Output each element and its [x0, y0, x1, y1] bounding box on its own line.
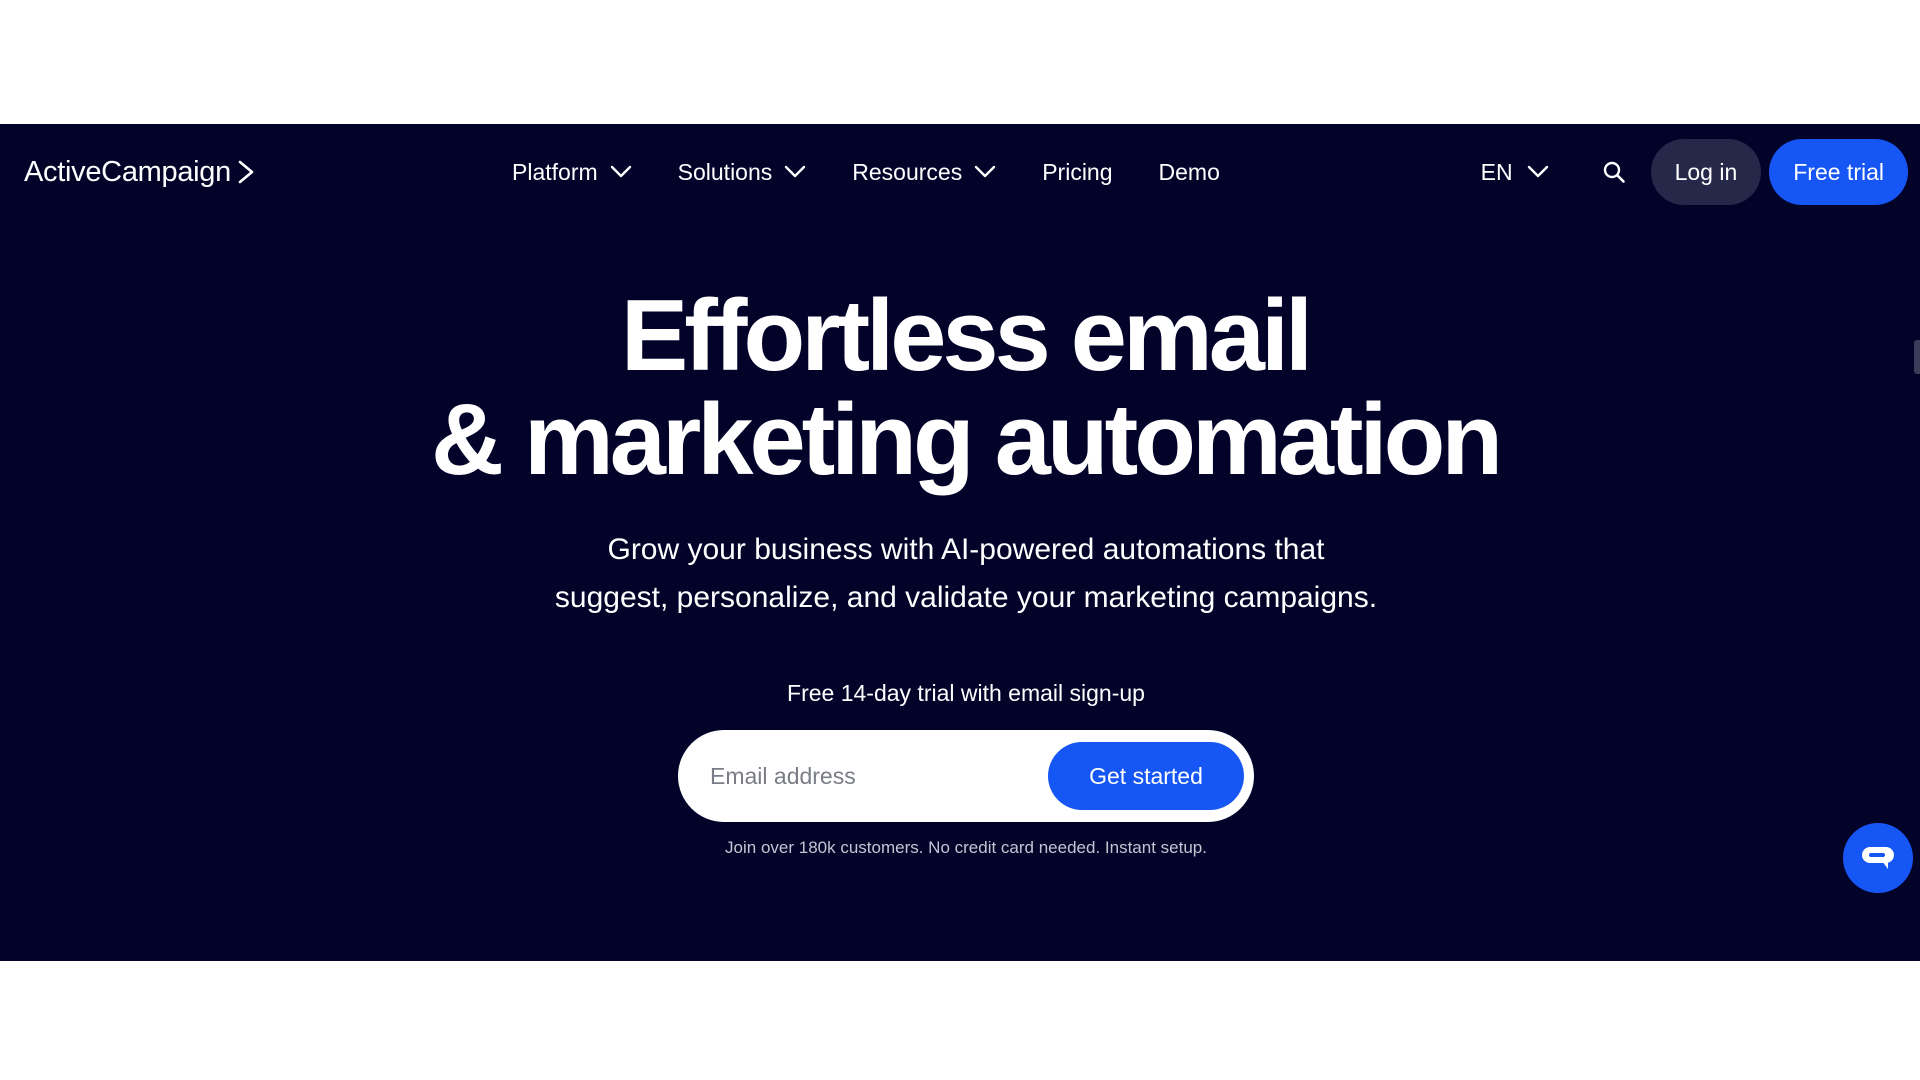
login-button[interactable]: Log in	[1650, 139, 1762, 205]
scroll-handle[interactable]	[1914, 340, 1920, 374]
chevron-down-icon	[785, 165, 806, 178]
page: ActiveCampaign Platform Solutions Resour…	[0, 0, 1920, 1080]
free-trial-button[interactable]: Free trial	[1769, 139, 1908, 205]
logo-text: ActiveCampaign	[24, 155, 231, 188]
nav-item-demo[interactable]: Demo	[1159, 159, 1220, 186]
nav-item-label: Platform	[512, 158, 598, 185]
nav-item-platform[interactable]: Platform	[512, 159, 632, 186]
chevron-down-icon	[1527, 165, 1548, 178]
email-field[interactable]	[710, 746, 1048, 806]
hero-section: ActiveCampaign Platform Solutions Resour…	[0, 124, 1920, 961]
trial-note: Free 14-day trial with email sign-up	[787, 680, 1145, 706]
headline-line-2: & marketing automation	[430, 384, 1503, 496]
fine-print: Join over 180k customers. No credit card…	[725, 838, 1207, 857]
get-started-button[interactable]: Get started	[1048, 742, 1244, 810]
nav-item-label: Resources	[852, 158, 963, 185]
chat-button[interactable]	[1843, 823, 1913, 893]
chat-bubble-icon	[1862, 847, 1894, 869]
search-icon	[1603, 161, 1625, 183]
nav-item-label: Solutions	[677, 158, 773, 185]
language-selector[interactable]: EN	[1481, 159, 1549, 186]
subtext-line-2: suggest, personalize, and validate your …	[554, 581, 1378, 614]
nav-item-label: Pricing	[1042, 158, 1113, 185]
language-label: EN	[1480, 158, 1513, 185]
chevron-down-icon	[610, 165, 631, 178]
signup-form: Get started	[678, 730, 1254, 822]
nav-actions: EN Log in Free trial	[1481, 138, 1908, 206]
nav-item-resources[interactable]: Resources	[852, 159, 996, 186]
search-button[interactable]	[1599, 157, 1629, 187]
headline-line-1: Effortless email	[620, 280, 1313, 392]
top-navigation: ActiveCampaign Platform Solutions Resour…	[0, 124, 1920, 220]
chevron-down-icon	[975, 165, 996, 178]
nav-item-solutions[interactable]: Solutions	[678, 159, 807, 186]
chevron-right-icon	[238, 160, 254, 184]
hero-subtext: Grow your business with AI-powered autom…	[0, 526, 1920, 622]
subtext-line-1: Grow your business with AI-powered autom…	[607, 533, 1325, 566]
nav-item-pricing[interactable]: Pricing	[1042, 159, 1112, 186]
hero-headline: Effortless email & marketing automation	[0, 284, 1920, 492]
nav-item-label: Demo	[1158, 158, 1220, 185]
main-menu: Platform Solutions Resources Pricing Dem…	[512, 152, 1266, 192]
logo[interactable]: ActiveCampaign	[24, 154, 255, 190]
